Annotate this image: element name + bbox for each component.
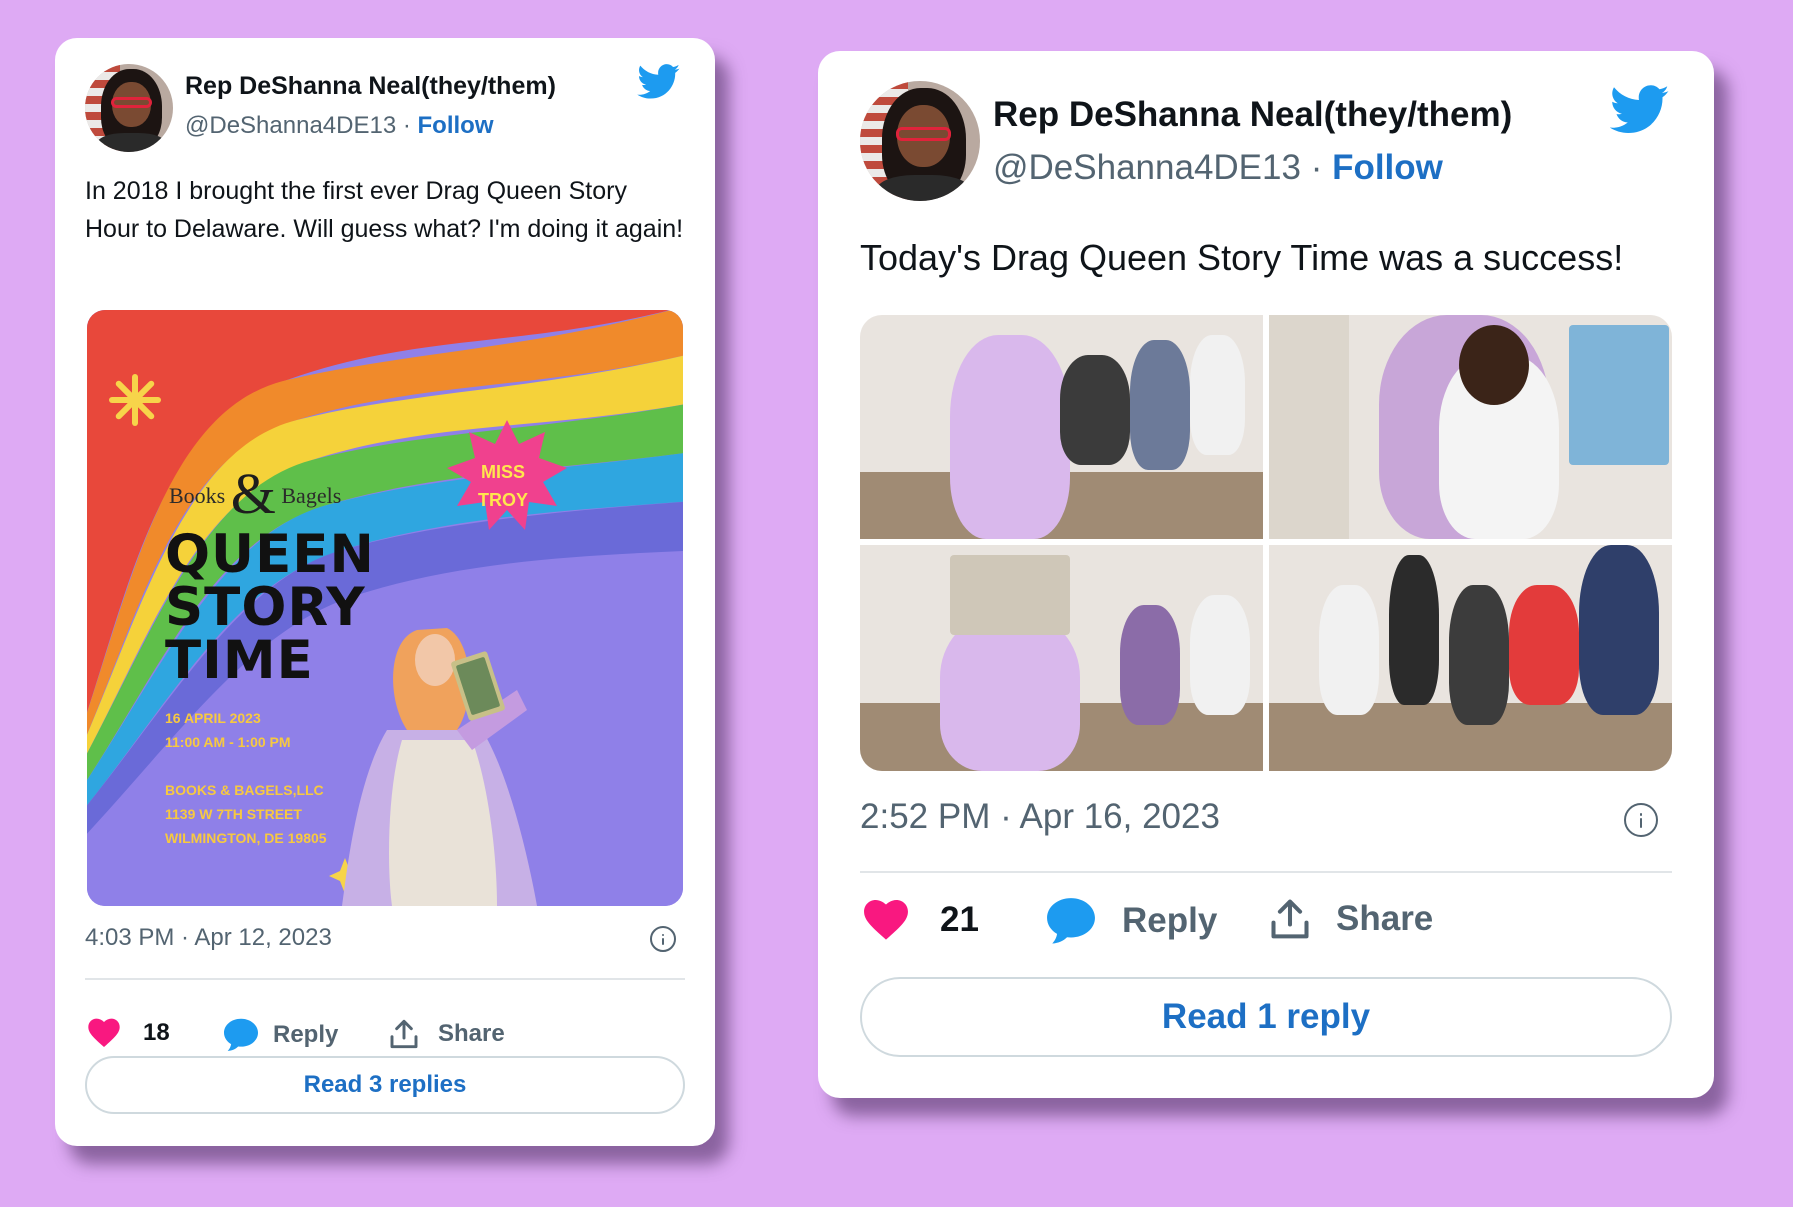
- follow-link[interactable]: Follow: [1332, 148, 1443, 187]
- books-and-bagels-logo: Books & Bagels: [169, 450, 342, 526]
- read-replies-button[interactable]: Read 1 reply: [860, 977, 1672, 1057]
- photo-grid: [860, 315, 1672, 771]
- photo-2[interactable]: [1269, 315, 1672, 539]
- like-count: 18: [143, 1019, 170, 1046]
- share-icon: [390, 1019, 418, 1049]
- tweet-card-1: Rep DeShanna Neal(they/them) @DeShanna4D…: [55, 38, 715, 1146]
- author-handle: @DeShanna4DE13 · Follow: [185, 112, 493, 140]
- tweet-timestamp[interactable]: 2:52 PM · Apr 16, 2023: [860, 797, 1220, 837]
- author-name[interactable]: Rep DeShanna Neal(they/them): [993, 95, 1512, 135]
- brand-ampersand: &: [230, 461, 276, 526]
- like-button[interactable]: 18: [87, 1018, 170, 1048]
- tweet-text: Today's Drag Queen Story Time was a succ…: [860, 237, 1624, 278]
- brand-right: Bagels: [281, 483, 342, 508]
- photo-1[interactable]: [860, 315, 1263, 539]
- divider: [85, 978, 685, 980]
- separator: ·: [396, 112, 418, 139]
- follow-link[interactable]: Follow: [418, 112, 494, 139]
- reply-bubble-icon: [224, 1018, 258, 1051]
- performer-badge: MISS TROY: [459, 458, 547, 514]
- badge-line-2: TROY: [477, 490, 528, 510]
- read-replies-button[interactable]: Read 3 replies: [85, 1056, 685, 1114]
- poster-city: WILMINGTON, DE 19805: [165, 830, 327, 846]
- avatar[interactable]: [860, 81, 980, 201]
- reply-button[interactable]: Reply: [1046, 897, 1217, 945]
- heart-icon: [88, 1018, 120, 1048]
- info-icon[interactable]: [650, 926, 676, 952]
- reply-label: Reply: [273, 1021, 339, 1048]
- reply-label: Reply: [1122, 901, 1218, 940]
- poster-time: 11:00 AM - 1:00 PM: [165, 734, 291, 750]
- reply-button[interactable]: Reply: [223, 1018, 338, 1052]
- poster-venue: BOOKS & BAGELS,LLC: [165, 782, 324, 798]
- divider: [860, 871, 1672, 873]
- like-count: 21: [940, 900, 979, 939]
- author-handle: @DeShanna4DE13 · Follow: [993, 148, 1443, 188]
- avatar[interactable]: [85, 64, 173, 152]
- info-icon[interactable]: [1624, 803, 1658, 837]
- share-button[interactable]: Share: [1268, 897, 1433, 941]
- twitter-bird-icon[interactable]: [1610, 85, 1670, 135]
- tweet-timestamp[interactable]: 4:03 PM · Apr 12, 2023: [85, 924, 332, 952]
- poster-date: 16 APRIL 2023: [165, 710, 261, 726]
- heart-icon: [864, 899, 908, 940]
- poster-street: 1139 W 7TH STREET: [165, 806, 302, 822]
- like-button[interactable]: 21: [862, 899, 979, 941]
- twitter-bird-icon[interactable]: [637, 64, 681, 100]
- share-label: Share: [438, 1020, 505, 1047]
- author-name[interactable]: Rep DeShanna Neal(they/them): [185, 72, 556, 101]
- photo-4[interactable]: [1269, 545, 1672, 771]
- handle-text[interactable]: @DeShanna4DE13: [993, 148, 1301, 187]
- photo-3[interactable]: [860, 545, 1263, 771]
- tweet-text: In 2018 I brought the first ever Drag Qu…: [85, 177, 684, 243]
- handle-text[interactable]: @DeShanna4DE13: [185, 112, 396, 139]
- poster-title-line-2: STORY: [165, 577, 366, 638]
- tweet-card-2: Rep DeShanna Neal(they/them) @DeShanna4D…: [818, 51, 1714, 1098]
- separator: ·: [1300, 148, 1333, 187]
- share-button[interactable]: Share: [388, 1018, 505, 1050]
- share-icon: [1271, 899, 1309, 939]
- event-poster-image[interactable]: Books & Bagels QUEEN STORY TIME 16 APRIL…: [87, 310, 683, 906]
- poster-title-line-3: TIME: [165, 630, 314, 691]
- poster-title-line-1: QUEEN: [165, 524, 375, 585]
- share-label: Share: [1336, 899, 1434, 938]
- reply-bubble-icon: [1047, 898, 1095, 944]
- brand-left: Books: [169, 483, 226, 508]
- badge-line-1: MISS: [480, 462, 525, 482]
